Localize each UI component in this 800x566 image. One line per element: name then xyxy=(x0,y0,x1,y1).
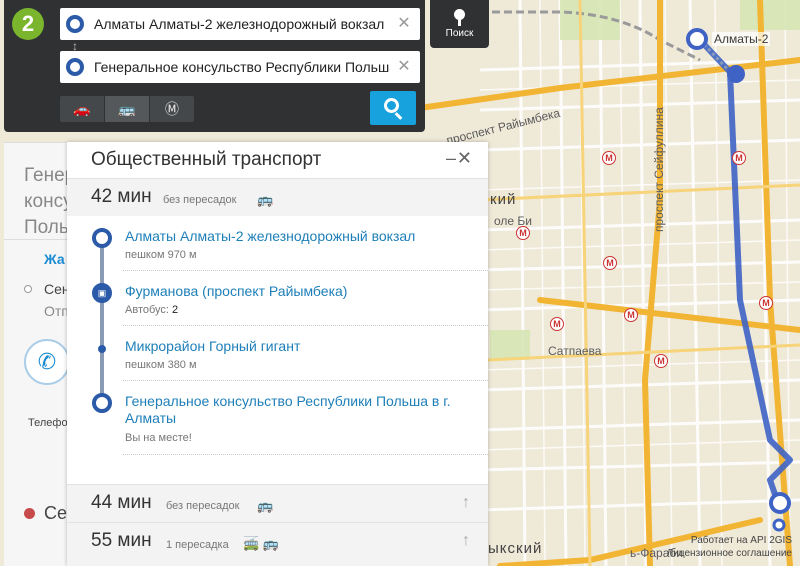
metro-station-icon[interactable]: М xyxy=(654,354,668,368)
step-name[interactable]: Фурманова (проспект Райымбека) xyxy=(125,283,475,300)
from-field[interactable]: Алматы Алматы-2 железнодорожный вокзал ✕ xyxy=(60,8,420,40)
street-label: проспект Сейфуллина xyxy=(652,107,666,232)
district-label: кий xyxy=(490,191,517,208)
search-button[interactable] xyxy=(370,91,416,125)
step-name[interactable]: Микрорайон Горный гигант xyxy=(125,338,475,355)
route-panel: Общественный транспорт – ✕ 42 мин без пе… xyxy=(67,142,488,566)
license-link[interactable]: Лицензионное соглашение xyxy=(667,547,792,560)
step-detail-label: Автобус: xyxy=(125,304,169,316)
bus-number: 2 xyxy=(172,304,179,316)
bus-icon: 🚌 xyxy=(257,498,274,513)
place-card-link[interactable]: Жа xyxy=(44,251,65,267)
clear-from-button[interactable]: ✕ xyxy=(394,8,414,40)
clear-to-button[interactable]: ✕ xyxy=(394,51,414,83)
metro-station-icon[interactable]: М xyxy=(516,226,530,240)
route-search-panel: 2 Алматы Алматы-2 железнодорожный вокзал… xyxy=(4,0,425,132)
place-card-row: Сен xyxy=(44,281,70,297)
street-label: Сатпаева xyxy=(548,344,602,358)
route-transfers: без пересадок xyxy=(166,500,240,512)
route-step[interactable]: Алматы Алматы-2 железнодорожный вокзал п… xyxy=(67,216,488,271)
route-transfers: 1 пересадка xyxy=(166,539,229,551)
close-button[interactable]: ✕ xyxy=(457,148,472,169)
route-duration: 44 мин xyxy=(91,492,152,513)
2gis-logo[interactable]: 2 xyxy=(12,8,44,40)
expand-arrow-icon[interactable]: ↑ xyxy=(462,494,470,512)
api-credit: Работает на API 2GIS xyxy=(690,535,792,546)
bus-icon: 🚌 xyxy=(257,192,274,207)
metro-station-icon[interactable]: М xyxy=(624,308,638,322)
metro-station-icon[interactable]: М xyxy=(550,317,564,331)
pin-icon xyxy=(454,9,465,26)
route-panel-title: Общественный транспорт xyxy=(91,149,322,170)
poisk-button[interactable]: Поиск xyxy=(430,0,489,48)
expand-arrow-icon[interactable]: ↑ xyxy=(462,532,470,550)
metro-station-icon[interactable]: М xyxy=(759,296,773,310)
route-option[interactable]: 55 мин 1 пересадка 🚎 🚌 ↑ xyxy=(67,522,488,566)
step-detail: пешком 970 м xyxy=(125,249,197,261)
step-name[interactable]: Алматы Алматы-2 железнодорожный вокзал xyxy=(125,228,475,245)
route-duration: 42 мин xyxy=(91,186,152,207)
waypoint-icon xyxy=(98,345,106,353)
transport-mode-switcher: 🚗 🚌 Ⓜ xyxy=(60,96,195,122)
step-name[interactable]: Генеральное консульство Республики Польш… xyxy=(125,393,475,427)
end-point-icon xyxy=(66,58,84,76)
place-card-row: Отп xyxy=(44,303,69,319)
route-transfers: без пересадок xyxy=(163,194,237,206)
bullet-icon xyxy=(24,285,32,293)
metro-station-icon[interactable]: М xyxy=(602,151,616,165)
from-input[interactable]: Алматы Алматы-2 железнодорожный вокзал xyxy=(94,8,390,40)
route-step[interactable]: Микрорайон Горный гигант пешком 380 м xyxy=(67,326,488,381)
route-step[interactable]: ▣ Фурманова (проспект Райымбека) Автобус… xyxy=(67,271,488,326)
step-detail: Вы на месте! xyxy=(125,432,192,444)
route-panel-header: Общественный транспорт – ✕ xyxy=(67,142,488,178)
start-marker-icon xyxy=(92,228,112,248)
poisk-label: Поиск xyxy=(445,28,474,39)
metro-station-icon[interactable]: М xyxy=(732,151,746,165)
step-detail: пешком 380 м xyxy=(125,359,197,371)
minimize-button[interactable]: – xyxy=(446,148,456,169)
trolleybus-bus-icons: 🚎 🚌 xyxy=(243,536,279,551)
bus-stop-icon: ▣ xyxy=(92,283,112,303)
search-icon xyxy=(384,98,399,113)
start-point-icon xyxy=(66,15,84,33)
route-option-selected[interactable]: 42 мин без пересадок 🚌 xyxy=(67,178,488,216)
car-icon[interactable]: 🚗 xyxy=(60,96,104,122)
route-duration: 55 мин xyxy=(91,530,152,551)
district-label: ыкский xyxy=(488,540,543,557)
schedule-label: Се xyxy=(44,503,68,523)
route-step[interactable]: Генеральное консульство Республики Польш… xyxy=(67,381,488,455)
metro-icon[interactable]: Ⓜ xyxy=(150,96,194,122)
clock-icon xyxy=(24,508,35,519)
to-input[interactable]: Генеральное консульство Республики Польш… xyxy=(94,51,390,83)
map-attribution: Работает на API 2GIS Лицензионное соглаш… xyxy=(667,534,792,560)
divider xyxy=(123,454,488,455)
route-option[interactable]: 44 мин без пересадок 🚌 ↑ xyxy=(67,484,488,522)
metro-station-icon[interactable]: М xyxy=(603,256,617,270)
finish-marker-icon xyxy=(92,393,112,413)
to-field[interactable]: Генеральное консульство Республики Польш… xyxy=(60,51,420,83)
bus-icon[interactable]: 🚌 xyxy=(105,96,149,122)
step-detail: Автобус: 2 xyxy=(125,304,178,316)
phone-icon[interactable]: ✆ xyxy=(24,339,70,385)
route-start-label: Алматы-2 xyxy=(712,32,771,46)
